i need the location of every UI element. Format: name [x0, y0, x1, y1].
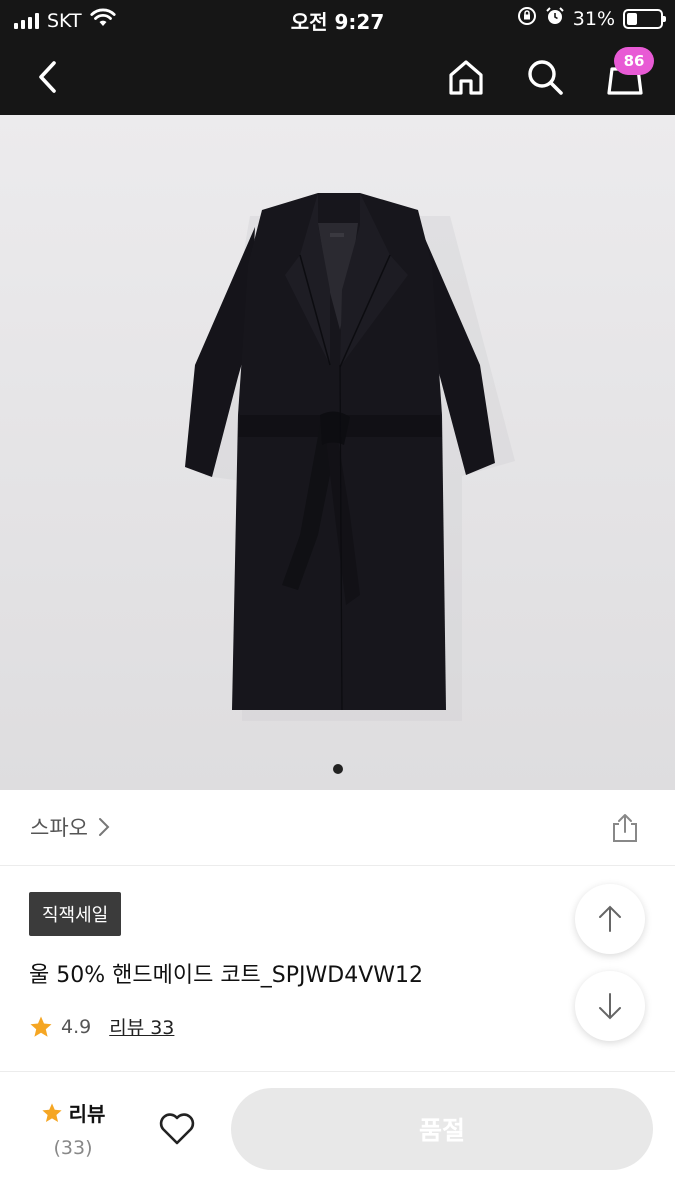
alarm-icon: [545, 6, 565, 31]
top-nav-bar: [0, 38, 675, 115]
share-button[interactable]: [605, 808, 645, 848]
wishlist-button[interactable]: [154, 1106, 200, 1152]
coat-image: [0, 115, 675, 790]
cart-count-badge: 86: [614, 47, 654, 75]
star-icon: [41, 1102, 62, 1122]
scroll-top-button[interactable]: [575, 884, 645, 954]
share-icon: [613, 814, 637, 842]
home-icon: [449, 60, 483, 95]
search-icon: [528, 60, 563, 95]
review-summary-button[interactable]: 리뷰 (33): [38, 1098, 108, 1159]
chevron-right-icon: [98, 818, 110, 836]
search-button[interactable]: [522, 54, 568, 100]
back-button[interactable]: [26, 54, 72, 100]
review-summary-count: (33): [53, 1137, 93, 1159]
brand-link[interactable]: 스파오: [30, 812, 110, 842]
review-link[interactable]: 리뷰 33: [109, 1013, 174, 1040]
battery-fill: [627, 12, 637, 25]
rating-value: 4.9: [61, 1015, 92, 1038]
star-icon: [30, 1016, 52, 1037]
bottom-action-bar: 리뷰 (33) 품절: [0, 1071, 675, 1200]
status-bar: SKT 오전 9:27 31%: [0, 0, 675, 38]
battery-percent: 31%: [572, 7, 615, 30]
rating-row: 4.9 리뷰 33: [29, 1013, 174, 1040]
arrow-down-icon: [599, 993, 621, 1020]
brand-row: 스파오: [0, 790, 675, 866]
review-summary-title: 리뷰: [38, 1098, 108, 1127]
arrow-up-icon: [599, 905, 621, 932]
sold-out-button[interactable]: 품절: [231, 1088, 653, 1170]
product-image[interactable]: [0, 115, 675, 790]
review-summary-label: 리뷰: [68, 1102, 106, 1126]
back-icon: [39, 61, 56, 93]
heart-icon: [159, 1113, 195, 1145]
home-button[interactable]: [443, 54, 489, 100]
product-title: 울 50% 핸드메이드 코트_SPJWD4VW12: [29, 963, 424, 988]
scroll-bottom-button[interactable]: [575, 971, 645, 1041]
sale-tag: 직잭세일: [29, 892, 122, 936]
brand-name: 스파오: [30, 816, 88, 840]
status-right: 31%: [517, 6, 666, 31]
carousel-indicator: [0, 764, 675, 774]
carousel-dot-active[interactable]: [332, 764, 343, 774]
lock-rotation-icon: [517, 6, 537, 31]
battery-icon: [623, 8, 666, 29]
